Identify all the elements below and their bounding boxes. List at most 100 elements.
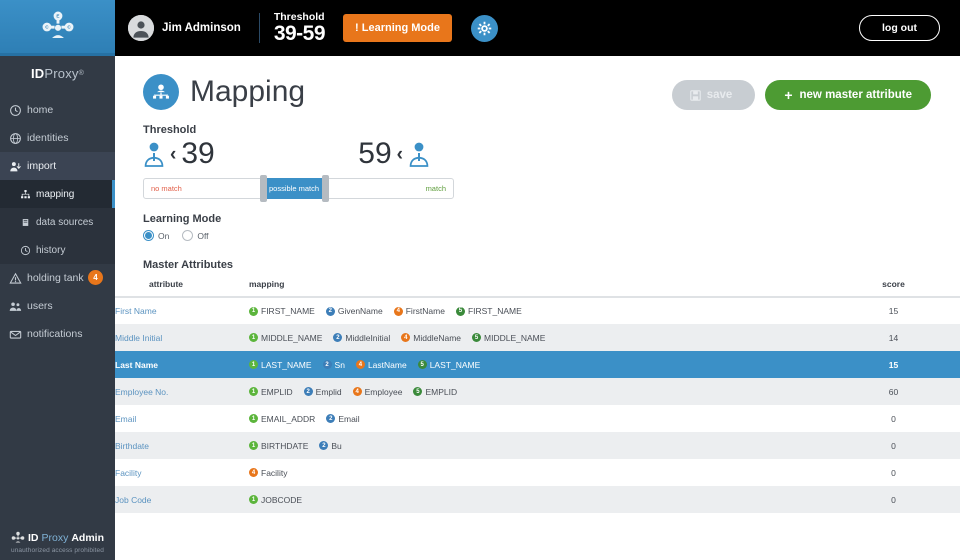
source-number-badge: 1 <box>249 387 258 396</box>
main-content: Mapping save + new master attribute Thre… <box>115 56 960 560</box>
sidebar-item-mapping[interactable]: mapping <box>0 180 115 208</box>
mapping-field-name: BIRTHDATE <box>261 440 309 451</box>
attribute-name-cell[interactable]: Middle Initial <box>115 324 249 351</box>
attribute-name-cell[interactable]: First Name <box>115 297 249 324</box>
mapping-chip[interactable]: 2 GivenName <box>325 306 383 316</box>
mapping-field-name: MiddleInitial <box>345 332 391 343</box>
sidebar-item-identities[interactable]: identities <box>0 124 115 152</box>
table-row[interactable]: Birthdate 1 BIRTHDATE 2 Bu 0 <box>115 432 960 459</box>
mapping-chip[interactable]: 2 MiddleInitial <box>333 333 390 343</box>
mapping-chip-list: 1 EMAIL_ADDR 2 Email <box>249 414 827 424</box>
table-row[interactable]: Email 1 EMAIL_ADDR 2 Email 0 <box>115 405 960 432</box>
avatar[interactable] <box>128 15 154 41</box>
mapping-chip[interactable]: 2 Emplid <box>303 387 342 397</box>
sidebar-item-holding-tank[interactable]: holding tank 4 <box>0 264 115 292</box>
column-header-score[interactable]: score <box>827 279 960 298</box>
table-row[interactable]: Middle Initial 1 MIDDLE_NAME 2 MiddleInitial… <box>115 324 960 351</box>
mapping-chip[interactable]: 5 FIRST_NAME <box>455 306 522 316</box>
mapping-chip[interactable]: 4 Employee <box>352 387 402 397</box>
logout-button[interactable]: log out <box>859 15 940 41</box>
mapping-field-name: Email <box>338 413 360 424</box>
slider-label-possible-match: possible match <box>268 184 320 193</box>
database-icon <box>20 217 31 228</box>
mapping-chip[interactable]: 1 BIRTHDATE <box>249 441 308 451</box>
mapping-chip[interactable]: 5 LAST_NAME <box>417 360 480 370</box>
mapping-cell: 1 JOBCODE <box>249 486 827 513</box>
mapping-field-name: EMPLID <box>425 386 458 397</box>
mapping-chip[interactable]: 2 Bu <box>319 441 342 451</box>
mapping-chip[interactable]: 1 FIRST_NAME <box>249 306 315 316</box>
sidebar-item-home[interactable]: home <box>0 96 115 124</box>
sidebar: ECC ID Proxy ® home identities import ma… <box>0 0 115 560</box>
sidebar-item-import[interactable]: import <box>0 152 115 180</box>
source-number-badge: 4 <box>249 468 258 477</box>
attribute-name-cell[interactable]: Job Code <box>115 486 249 513</box>
top-header-bar: Jim Adminson Threshold 39-59 ! Learning … <box>115 0 960 56</box>
footer-wordmark: ID Proxy Admin <box>0 531 115 545</box>
sidebar-item-notifications[interactable]: notifications <box>0 320 115 348</box>
footer-proxy: Proxy <box>41 532 69 544</box>
table-row[interactable]: Last Name 1 LAST_NAME 2 Sn 4 LastName 5 LAST_NAM… <box>115 351 960 378</box>
sidebar-item-users[interactable]: users <box>0 292 115 320</box>
source-number-badge: 1 <box>249 333 258 342</box>
threshold-low-group: ‹ 39 <box>143 139 215 169</box>
attribute-name-cell[interactable]: Birthdate <box>115 432 249 459</box>
mapping-field-name: FirstName <box>405 306 445 316</box>
attribute-name-cell[interactable]: Facility <box>115 459 249 486</box>
attribute-name-cell[interactable]: Employee No. <box>115 378 249 405</box>
source-number-badge: 5 <box>472 333 482 342</box>
save-button[interactable]: save <box>671 80 756 110</box>
mapping-field-name: EMPLID <box>261 386 293 397</box>
floppy-disk-icon <box>689 89 701 101</box>
score-cell: 0 <box>891 413 896 424</box>
mapping-chip[interactable]: 4 MiddleName <box>401 333 461 343</box>
new-master-attribute-button[interactable]: + new master attribute <box>765 80 931 110</box>
table-row[interactable]: Facility 4 Facility 0 <box>115 459 960 486</box>
table-row[interactable]: Job Code 1 JOBCODE 0 <box>115 486 960 513</box>
threshold-high-handle[interactable] <box>322 175 329 202</box>
mapping-chip[interactable]: 4 Facility <box>249 468 287 478</box>
mapping-chip[interactable]: 2 Sn <box>322 360 345 370</box>
sidebar-item-label: mapping <box>36 188 75 200</box>
mapping-chip[interactable]: 1 LAST_NAME <box>249 360 312 370</box>
column-header-mapping[interactable]: mapping <box>249 279 827 298</box>
plus-icon: + <box>784 87 793 103</box>
settings-button[interactable] <box>470 14 498 42</box>
mapping-chip[interactable]: 1 EMPLID <box>249 387 293 397</box>
source-number-badge: 4 <box>352 387 362 396</box>
attribute-name-cell[interactable]: Email <box>115 405 249 432</box>
mapping-chip[interactable]: 5 EMPLID <box>413 387 457 397</box>
sidebar-item-history[interactable]: history <box>0 236 115 264</box>
radio-off-icon[interactable] <box>182 230 194 241</box>
mapping-chip[interactable]: 1 JOBCODE <box>249 495 302 505</box>
sidebar-item-label: notifications <box>27 328 83 340</box>
table-row[interactable]: First Name 1 FIRST_NAME 2 GivenName 4 FirstNam… <box>115 297 960 324</box>
mapping-cell: 1 EMPLID 2 Emplid 4 Employee 5 EMPLID <box>249 378 827 405</box>
mapping-chip-list: 1 MIDDLE_NAME 2 MiddleInitial 4 MiddleName 5 MI… <box>249 333 827 343</box>
table-body: First Name 1 FIRST_NAME 2 GivenName 4 FirstNam… <box>115 297 960 513</box>
source-number-badge: 1 <box>249 414 258 423</box>
threshold-low-handle[interactable] <box>260 175 267 202</box>
mapping-chip[interactable]: 2 Email <box>326 413 360 424</box>
learning-mode-option-off[interactable]: Off <box>182 230 209 241</box>
footer-admin: Admin <box>71 532 104 544</box>
column-header-attribute[interactable]: attribute <box>115 279 249 298</box>
source-number-badge: 5 <box>455 306 465 316</box>
mapping-chip[interactable]: 1 EMAIL_ADDR <box>249 414 315 424</box>
attribute-name-cell[interactable]: Last Name <box>115 351 249 378</box>
radio-on-icon[interactable] <box>143 230 154 241</box>
threshold-slider[interactable]: no match match possible match <box>143 175 454 202</box>
mapping-chip[interactable]: 4 FirstName <box>393 306 445 316</box>
sidebar-item-data-sources[interactable]: data sources <box>0 208 115 236</box>
score-cell: 15 <box>888 306 899 316</box>
learning-mode-badge[interactable]: ! Learning Mode <box>343 14 452 42</box>
mapping-chip[interactable]: 4 LastName <box>355 360 407 370</box>
slider-possible-match-range[interactable]: possible match <box>263 178 325 199</box>
source-number-badge: 4 <box>401 333 411 342</box>
threshold-readout: ‹ 39 59 ‹ <box>115 139 430 169</box>
threshold-low-value: 39 <box>181 137 215 170</box>
mapping-chip[interactable]: 1 MIDDLE_NAME <box>249 333 322 343</box>
learning-mode-option-on[interactable]: On <box>143 230 169 241</box>
table-row[interactable]: Employee No. 1 EMPLID 2 Emplid 4 Employee 5 EMPL… <box>115 378 960 405</box>
mapping-chip[interactable]: 5 MIDDLE_NAME <box>472 333 545 343</box>
